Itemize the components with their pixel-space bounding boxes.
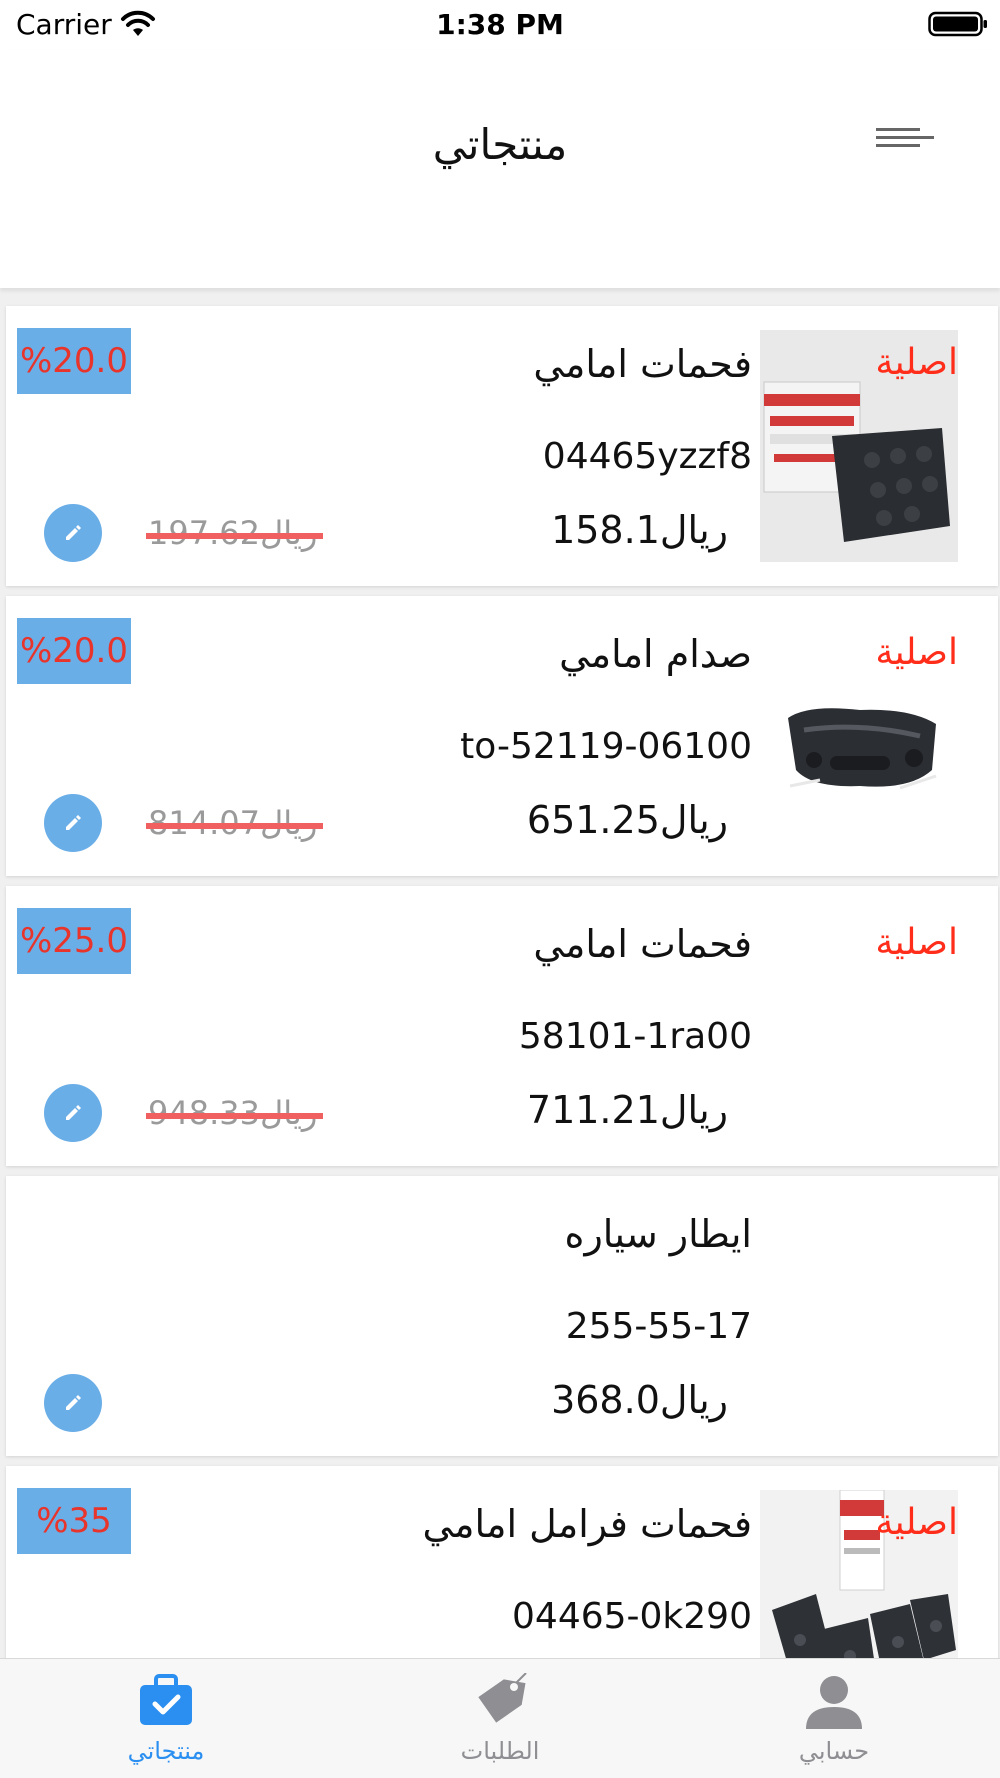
tab-label: حسابي (798, 1737, 870, 1765)
original-label: اصلية (875, 342, 958, 383)
product-name: ايطار سياره (564, 1212, 752, 1256)
original-label: اصلية (875, 632, 958, 673)
edit-button[interactable] (44, 504, 102, 562)
strikethrough-line (146, 533, 324, 539)
strikethrough-line (146, 1113, 324, 1119)
app-header: منتجاتي (0, 50, 1000, 288)
price: 368.0ريال (551, 1378, 728, 1422)
original-label: اصلية (875, 922, 958, 963)
old-price: 197.62ريال (146, 514, 324, 552)
briefcase-check-icon (140, 1674, 192, 1725)
edit-button[interactable] (44, 1084, 102, 1142)
pencil-icon (66, 1105, 81, 1120)
tab-label: منتجاتي (127, 1737, 205, 1765)
page-title: منتجاتي (432, 120, 568, 169)
tab-orders[interactable]: الطلبات (400, 1673, 600, 1773)
tab-my-products[interactable]: منتجاتي (66, 1673, 266, 1773)
part-number: 255-55-17 (565, 1306, 752, 1347)
edit-button[interactable] (44, 1374, 102, 1432)
edit-button[interactable] (44, 794, 102, 852)
pencil-icon (66, 525, 81, 540)
product-list[interactable]: اصلية فحمات امامي 04465yzzf8 158.1ريال 1… (0, 288, 1000, 1658)
status-time: 1:38 PM (436, 8, 564, 41)
old-price: 814.07ريال (146, 804, 324, 842)
old-price: 948.33ريال (146, 1094, 324, 1132)
price: 711.21ريال (526, 1088, 728, 1132)
person-icon (806, 1676, 862, 1729)
discount-badge: %20.0 (17, 328, 131, 394)
original-label: اصلية (875, 1502, 958, 1543)
battery-icon (928, 11, 987, 37)
menu-icon[interactable] (874, 124, 936, 160)
part-number: 58101-1ra00 (518, 1016, 752, 1057)
product-card[interactable]: اصلية فحمات امامي 04465yzzf8 158.1ريال 1… (6, 306, 998, 586)
discount-badge: %35 (17, 1488, 131, 1554)
tab-my-account[interactable]: حسابي (734, 1673, 934, 1773)
discount-badge: %25.0 (17, 908, 131, 974)
product-card[interactable]: اصلية صدام امامي to-52119-06100 651.25ري… (6, 596, 998, 876)
product-card[interactable]: اصلية فحمات فرامل امامي 04465-0k290 %35 (6, 1466, 998, 1658)
tab-bar: منتجاتي الطلبات حسابي (0, 1658, 1000, 1778)
product-card[interactable]: اصلية فحمات امامي 58101-1ra00 711.21ريال… (6, 886, 998, 1166)
part-number: 04465-0k290 (512, 1596, 752, 1637)
product-card[interactable]: ايطار سياره 255-55-17 368.0ريال (6, 1176, 998, 1456)
discount-badge: %20.0 (17, 618, 131, 684)
pencil-icon (66, 1395, 81, 1410)
part-number: 04465yzzf8 (542, 436, 752, 477)
tab-label: الطلبات (460, 1737, 540, 1765)
product-name: فحمات فرامل امامي (422, 1502, 752, 1546)
product-name: صدام امامي (559, 632, 752, 676)
price-tag-icon (478, 1673, 527, 1723)
price: 651.25ريال (526, 798, 728, 842)
pencil-icon (66, 815, 81, 830)
product-name: فحمات امامي (533, 342, 752, 386)
price: 158.1ريال (551, 508, 728, 552)
product-name: فحمات امامي (533, 922, 752, 966)
status-bar: Carrier 1:38 PM (0, 0, 1000, 50)
strikethrough-line (146, 823, 324, 829)
part-number: to-52119-06100 (460, 726, 752, 767)
